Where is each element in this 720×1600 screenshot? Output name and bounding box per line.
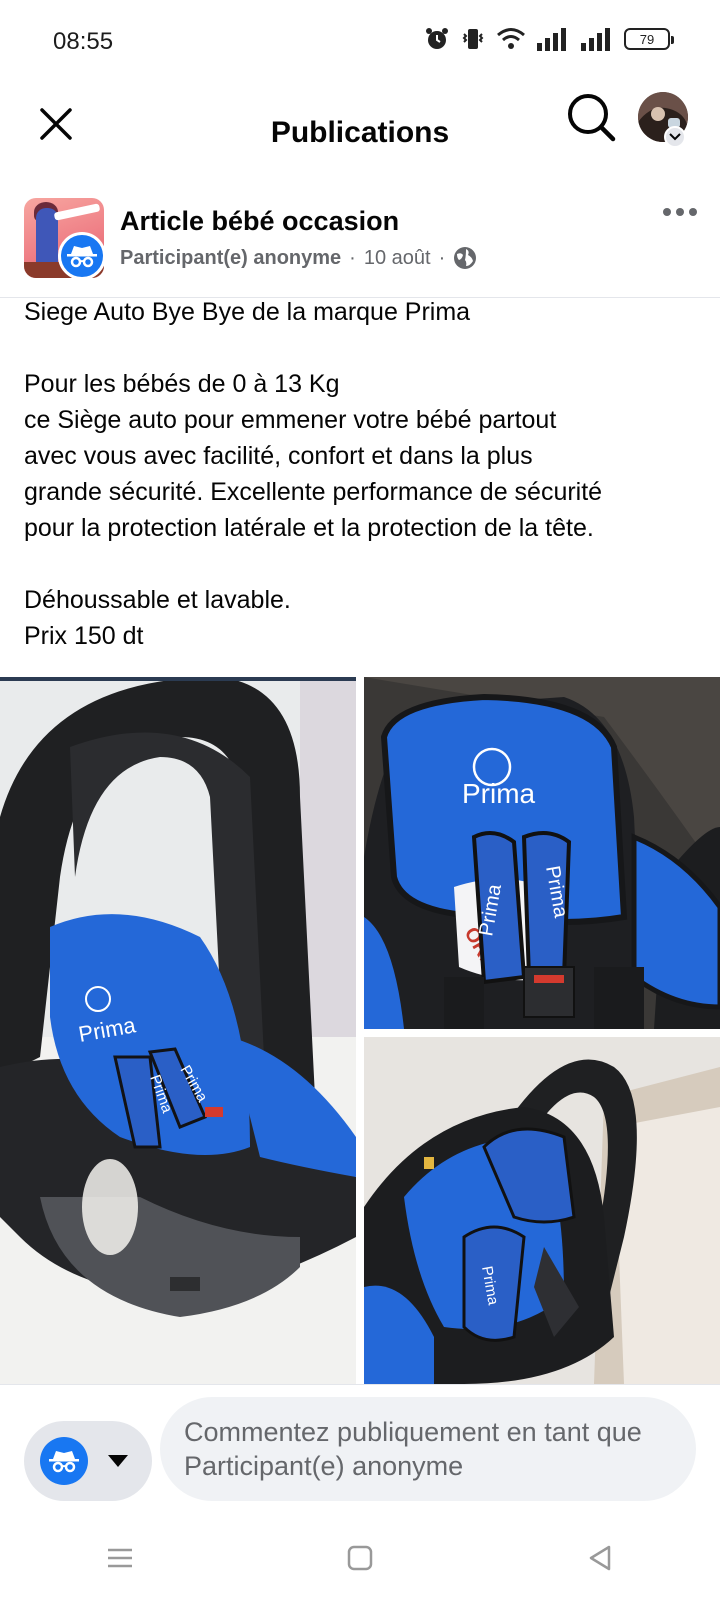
post-date[interactable]: 10 août (364, 247, 431, 270)
incognito-icon (67, 246, 97, 268)
post-text-line: Pour les bébés de 0 à 13 Kg (24, 370, 340, 398)
post-body: Siege Auto Bye Bye de la marque Prima Po… (24, 294, 704, 654)
dot-icon (689, 208, 697, 216)
search-button[interactable] (566, 92, 618, 144)
post-photo-2[interactable]: Prima ORD Prima Prima (364, 677, 720, 1029)
post-text-line: Prix 150 dt (24, 622, 144, 650)
post-text-line: grande sécurité. Excellente performance … (24, 478, 603, 506)
post-text-line: ce Siège auto pour emmener votre bébé pa… (24, 406, 557, 434)
photo-brand-text: Prima (462, 778, 536, 809)
post-author[interactable]: Participant(e) anonyme (120, 247, 341, 270)
post-text-line: Siege Auto Bye Bye de la marque Prima (24, 298, 471, 326)
dot-icon (663, 208, 671, 216)
meta-separator-2: · (438, 246, 446, 269)
signal-icon-2 (581, 28, 610, 51)
status-bar: 08:55 79 (0, 0, 720, 84)
post-meta: Participant(e) anonyme · 10 août · (120, 246, 477, 270)
back-icon[interactable] (585, 1543, 615, 1573)
post-text-blank-line (24, 330, 704, 366)
globe-icon (454, 247, 477, 269)
comment-input[interactable]: Commentez publiquement en tant que Parti… (160, 1397, 696, 1501)
car-seat-photo-illustration: Prima Prima Prima (0, 677, 356, 1384)
system-nav-bar (0, 1516, 720, 1600)
anonymous-identity-icon (40, 1437, 88, 1485)
battery-icon: 79 (624, 28, 674, 50)
post-photo-grid: Prima Prima Prima Prima Prima Prima Prim… (0, 677, 720, 1384)
battery-level: 79 (639, 31, 655, 47)
search-icon (568, 94, 616, 142)
status-icons: 79 (424, 26, 674, 52)
alarm-icon (426, 28, 448, 49)
identity-switcher[interactable] (24, 1421, 152, 1501)
post-options-button[interactable] (658, 194, 702, 230)
post-text-blank-line (24, 546, 704, 582)
post-photo-1[interactable]: Prima Prima Prima (0, 677, 356, 1384)
account-switcher-chevron[interactable] (664, 126, 686, 148)
anonymous-badge (58, 232, 106, 280)
avatar-illustration-board (53, 203, 101, 221)
incognito-icon (49, 1451, 79, 1473)
menu-icon[interactable] (105, 1543, 135, 1573)
wifi-icon (497, 28, 525, 49)
signal-icon (537, 28, 566, 51)
group-name[interactable]: Article bébé occasion (120, 206, 399, 237)
post-text-line: pour la protection latérale et la protec… (24, 514, 594, 542)
comment-bar: Commentez publiquement en tant que Parti… (0, 1384, 720, 1504)
dot-icon (676, 208, 684, 216)
chevron-down-icon (669, 133, 681, 141)
caret-down-icon (108, 1455, 128, 1467)
home-icon[interactable] (345, 1543, 375, 1573)
post-photo-3[interactable]: Prima (364, 1037, 720, 1384)
top-header: Publications (0, 84, 720, 184)
post-text-line: Déhoussable et lavable. (24, 586, 291, 614)
car-seat-angle-illustration: Prima (364, 1037, 720, 1384)
car-seat-closeup-illustration: Prima ORD Prima Prima (364, 677, 720, 1029)
status-time: 08:55 (53, 28, 114, 55)
post-text-line: avec vous avec facilité, confort et dans… (24, 442, 533, 470)
meta-separator: · (349, 246, 356, 269)
vibrate-icon (462, 29, 484, 49)
